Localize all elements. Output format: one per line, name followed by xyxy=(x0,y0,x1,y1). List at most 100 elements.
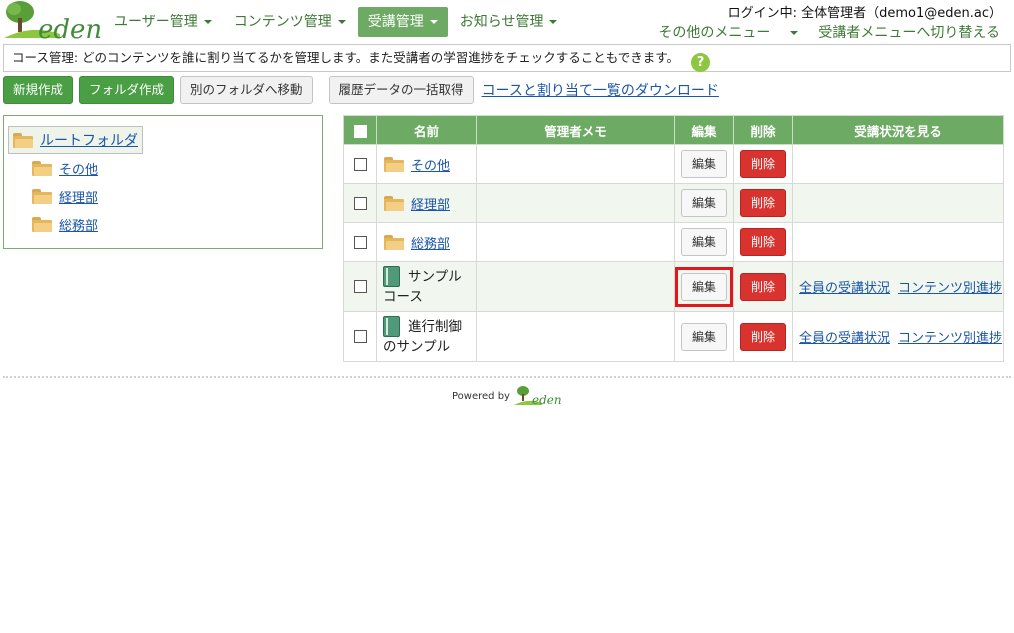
folder-icon xyxy=(32,216,52,232)
new-folder-button[interactable]: フォルダ作成 xyxy=(79,76,175,104)
delete-cell: 削除 xyxy=(733,144,793,184)
folder-link[interactable]: 総務部 xyxy=(411,233,450,252)
header-memo: 管理者メモ xyxy=(476,115,675,145)
all-status-link[interactable]: 全員の受講状況 xyxy=(799,331,890,346)
table-row: 経理部 編集 削除 xyxy=(343,183,1004,223)
folder-tree: ルートフォルダ その他 経理部 総務部 xyxy=(3,115,323,249)
delete-button[interactable]: 削除 xyxy=(740,228,786,256)
other-menu-dropdown[interactable]: その他のメニュー xyxy=(638,22,799,42)
select-all-checkbox[interactable] xyxy=(353,124,367,138)
edit-button-highlighted[interactable]: 編集 xyxy=(681,272,727,301)
history-export-button[interactable]: 履歴データの一括取得 xyxy=(328,76,474,104)
tree-root-label: ルートフォルダ xyxy=(40,133,138,149)
delete-cell: 削除 xyxy=(733,183,793,223)
status-cell xyxy=(792,183,1004,223)
tree-root-folder[interactable]: ルートフォルダ xyxy=(8,126,143,154)
nav-user-management[interactable]: ユーザー管理 xyxy=(104,7,222,37)
course-table: 名前 管理者メモ 編集 削除 受講状況を見る その他 編集 削除 経理部 編集 … xyxy=(343,115,1004,362)
row-select-cell xyxy=(343,144,377,184)
edit-cell: 編集 xyxy=(674,311,734,362)
delete-button[interactable]: 削除 xyxy=(740,150,786,178)
chevron-down-icon xyxy=(337,20,346,24)
tree-item-general-affairs[interactable]: 総務部 xyxy=(32,213,98,235)
delete-cell: 削除 xyxy=(733,222,793,262)
header-name: 名前 xyxy=(376,115,477,145)
edit-highlight-outline: 編集 xyxy=(675,266,733,307)
folder-link[interactable]: その他 xyxy=(411,155,450,174)
folder-icon xyxy=(13,132,33,148)
header-edit: 編集 xyxy=(674,115,734,145)
info-bar: コース管理: どのコンテンツを誰に割り当てるかを管理します。また受講者の学習進捗… xyxy=(3,44,1011,72)
course-name-line-2: コース xyxy=(383,289,423,305)
folder-icon xyxy=(32,160,52,176)
logo-tree-trunk xyxy=(18,18,22,32)
edit-cell: 編集 xyxy=(674,261,734,312)
row-select-cell xyxy=(343,183,377,223)
name-cell: 進行制御のサンプル xyxy=(376,311,477,362)
memo-cell xyxy=(476,144,675,184)
name-cell: その他 xyxy=(376,144,477,184)
delete-button[interactable]: 削除 xyxy=(740,189,786,217)
name-cell: 経理部 xyxy=(376,183,477,223)
edit-button[interactable]: 編集 xyxy=(681,150,727,178)
table-row: 総務部 編集 削除 xyxy=(343,222,1004,262)
nav-content-management[interactable]: コンテンツ管理 xyxy=(224,7,356,37)
footer-divider xyxy=(3,376,1011,378)
row-checkbox[interactable] xyxy=(353,157,367,171)
row-checkbox[interactable] xyxy=(353,330,367,343)
status-cell xyxy=(792,144,1004,184)
course-name-line-1: 進行制御 xyxy=(408,318,462,335)
delete-cell: 削除 xyxy=(733,261,793,312)
nav-course-management[interactable]: 受講管理 xyxy=(357,7,448,37)
folder-icon xyxy=(384,234,404,250)
edit-cell: 編集 xyxy=(674,144,734,184)
content-progress-link[interactable]: コンテンツ別進捗 xyxy=(898,331,1002,346)
delete-cell: 削除 xyxy=(733,311,793,362)
row-checkbox[interactable] xyxy=(353,196,367,210)
tree-item-label: 経理部 xyxy=(59,190,99,206)
delete-button[interactable]: 削除 xyxy=(740,322,786,351)
edit-button[interactable]: 編集 xyxy=(681,228,727,256)
eden-logo[interactable]: eden xyxy=(2,0,102,42)
footer-logo-trunk xyxy=(521,394,524,401)
delete-button[interactable]: 削除 xyxy=(740,272,786,301)
move-folder-button[interactable]: 別のフォルダへ移動 xyxy=(180,76,313,104)
nav-content-management-label: コンテンツ管理 xyxy=(233,14,332,30)
nav-course-management-label: 受講管理 xyxy=(367,14,424,30)
memo-cell xyxy=(476,261,675,312)
powered-by: Powered by eden xyxy=(452,385,564,407)
right-menu: その他のメニュー 受講者メニューへ切り替える xyxy=(618,22,1000,42)
table-row: その他 編集 削除 xyxy=(343,144,1004,184)
tree-item-other[interactable]: その他 xyxy=(32,157,98,179)
row-checkbox[interactable] xyxy=(353,235,367,249)
login-status: ログイン中: 全体管理者（demo1@eden.ac） xyxy=(727,6,1002,21)
other-menu-label: その他のメニュー xyxy=(658,25,771,41)
folder-link[interactable]: 経理部 xyxy=(411,194,450,213)
all-status-link[interactable]: 全員の受講状況 xyxy=(799,281,890,296)
table-header-row: 名前 管理者メモ 編集 削除 受講状況を見る xyxy=(343,115,1004,145)
course-name-line-2: のサンプル xyxy=(383,339,451,355)
row-select-cell xyxy=(343,311,377,362)
folder-icon xyxy=(384,195,404,211)
chevron-down-icon xyxy=(549,20,558,24)
edit-button[interactable]: 編集 xyxy=(681,322,727,351)
nav-notice-management-label: お知らせ管理 xyxy=(459,14,544,30)
row-select-cell xyxy=(343,222,377,262)
course-book-icon xyxy=(383,316,400,337)
header-select-all xyxy=(343,115,377,145)
tree-item-accounting[interactable]: 経理部 xyxy=(32,185,98,207)
new-button[interactable]: 新規作成 xyxy=(3,76,74,104)
table-row: サンプル コース 編集 削除 全員の受講状況 コンテンツ別進捗 xyxy=(343,261,1004,312)
switch-learner-menu-link[interactable]: 受講者メニューへ切り替える xyxy=(818,22,1000,42)
help-icon[interactable]: ? xyxy=(691,53,711,72)
row-checkbox[interactable] xyxy=(353,280,367,293)
nav-user-management-label: ユーザー管理 xyxy=(114,14,198,30)
content-progress-link[interactable]: コンテンツ別進捗 xyxy=(898,281,1002,296)
logo-text: eden xyxy=(38,15,102,42)
memo-cell xyxy=(476,311,675,362)
header-delete: 削除 xyxy=(733,115,793,145)
nav-notice-management[interactable]: お知らせ管理 xyxy=(450,7,568,37)
download-link[interactable]: コースと割り当て一覧のダウンロード xyxy=(482,80,719,100)
edit-button[interactable]: 編集 xyxy=(681,189,727,217)
edit-cell: 編集 xyxy=(674,183,734,223)
